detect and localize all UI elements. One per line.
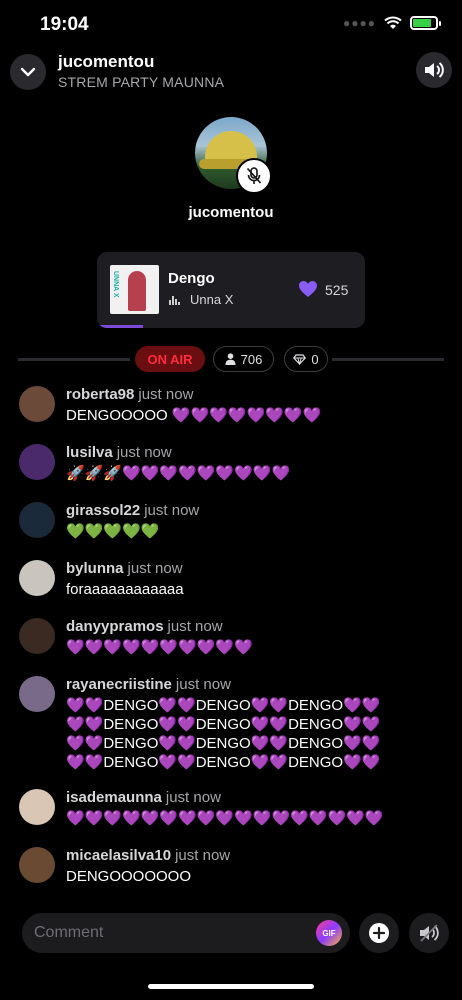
chat-avatar[interactable] [19, 789, 55, 825]
chat-avatar[interactable] [19, 618, 55, 654]
room-header: jucomentou STREM PARTY MAUNNA [0, 50, 462, 94]
speaker-toggle-button[interactable] [409, 913, 449, 953]
chat-username[interactable]: girassol22 just now [66, 502, 199, 519]
chat-text: DENGOOOOOOO [66, 868, 192, 885]
chat-username[interactable]: roberta98 just now [66, 386, 193, 403]
status-bar: 19:04 ●●●● [0, 0, 462, 48]
collapse-button[interactable] [10, 54, 46, 90]
song-artist: Unna X [190, 292, 234, 307]
divider [332, 358, 444, 361]
chat-avatar[interactable] [19, 560, 55, 596]
chat-text: foraaaaaaaaaaaa [66, 581, 184, 598]
chat-username[interactable]: danyypramos just now [66, 618, 223, 635]
chat-text: 💜💜💜💜💜💜💜💜💜💜💜💜💜💜💜💜💜 [66, 810, 384, 827]
chat-text: 💜💜DENGO💜💜DENGO💜💜DENGO💜💜 💜💜DENGO💜💜DENGO💜💜… [66, 697, 381, 771]
speaker-icon [425, 62, 444, 78]
divider [18, 358, 130, 361]
comment-placeholder: Comment [34, 924, 104, 941]
diamond-icon [293, 353, 307, 365]
chat-avatar[interactable] [19, 847, 55, 883]
gem-count: 0 [311, 351, 319, 367]
on-air-badge: ON AIR [135, 346, 205, 372]
mic-muted-icon [246, 167, 262, 184]
add-button[interactable] [359, 913, 399, 953]
status-icons: ●●●● [343, 16, 441, 30]
sound-button[interactable] [416, 52, 452, 88]
chat-text: 💚💚💚💚💚 [66, 523, 160, 540]
home-indicator [148, 984, 314, 989]
chat-username[interactable]: micaelasilva10 just now [66, 847, 230, 864]
plus-icon [369, 923, 389, 943]
status-time: 19:04 [40, 14, 89, 35]
wifi-icon [384, 16, 402, 29]
chat-text: 🚀🚀🚀💜💜💜💜💜💜💜💜💜 [66, 465, 291, 482]
chat-avatar[interactable] [19, 502, 55, 538]
gem-count-pill[interactable]: 0 [284, 346, 328, 372]
signal-icon: ●●●● [343, 16, 376, 30]
person-icon [225, 353, 236, 365]
listener-count: 706 [240, 351, 263, 367]
equalizer-icon [169, 294, 180, 305]
song-title: Dengo [168, 270, 215, 287]
chat-avatar[interactable] [19, 386, 55, 422]
chat-username[interactable]: lusilva just now [66, 444, 172, 461]
album-art: UNNA X [110, 265, 159, 314]
chat-avatar[interactable] [19, 676, 55, 712]
now-playing-card[interactable]: UNNA X Dengo Unna X 525 [97, 252, 365, 328]
chat-avatar[interactable] [19, 444, 55, 480]
chat-username[interactable]: isademaunna just now [66, 789, 221, 806]
room-subtitle: STREM PARTY MAUNNA [58, 74, 225, 90]
speaker-off-icon [420, 924, 439, 942]
battery-icon [410, 16, 441, 30]
host-name: jucomentou [188, 204, 274, 221]
chat-text: DENGOOOOO 💜💜💜💜💜💜💜💜 [66, 407, 322, 424]
comment-input[interactable]: Comment GIF [22, 913, 350, 953]
like-count: 525 [325, 282, 349, 298]
heart-icon[interactable] [298, 280, 318, 298]
chevron-down-icon [20, 67, 36, 77]
room-host-title: jucomentou [58, 52, 155, 71]
chat-username[interactable]: rayanecriistine just now [66, 676, 231, 693]
mic-muted-badge [236, 158, 272, 194]
gif-button[interactable]: GIF [316, 920, 342, 946]
chat-username[interactable]: bylunna just now [66, 560, 183, 577]
song-progress-bar [97, 325, 143, 328]
chat-text: 💜💜💜💜💜💜💜💜💜💜 [66, 639, 253, 656]
listener-count-pill[interactable]: 706 [213, 346, 274, 372]
